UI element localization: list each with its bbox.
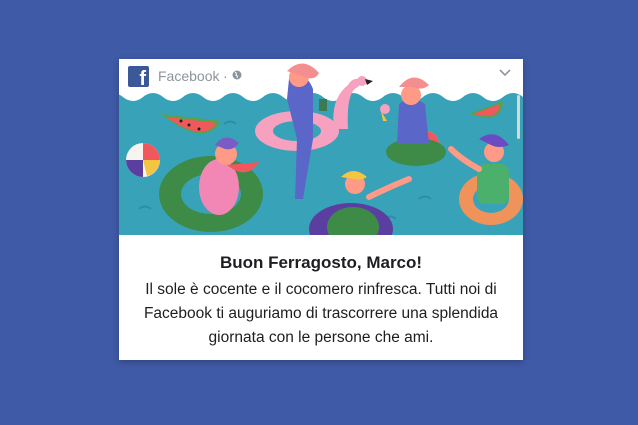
post-header: f Facebook · (119, 59, 523, 93)
post-card: f Facebook · Buon Ferragosto, Marco! Il … (119, 59, 523, 360)
source-name[interactable]: Facebook (158, 68, 219, 84)
post-body-line-2: Facebook ti auguriamo di trascorrere una… (143, 305, 499, 322)
chevron-down-icon[interactable] (499, 69, 511, 77)
separator-dot: · (223, 68, 228, 84)
post-title: Buon Ferragosto, Marco! (219, 253, 423, 272)
globe-icon (232, 70, 242, 80)
post-body-line-3: giornata con le persone che ami. (208, 329, 434, 346)
beach-ball (126, 143, 160, 177)
post-body-line-1: Il sole è cocente e il cocomero rinfresc… (145, 281, 497, 298)
scrollbar[interactable] (517, 95, 520, 139)
facebook-logo-letter: f (139, 68, 146, 90)
facebook-logo-icon[interactable]: f (128, 66, 149, 90)
post-text: Buon Ferragosto, Marco! Il sole è cocent… (119, 235, 523, 360)
